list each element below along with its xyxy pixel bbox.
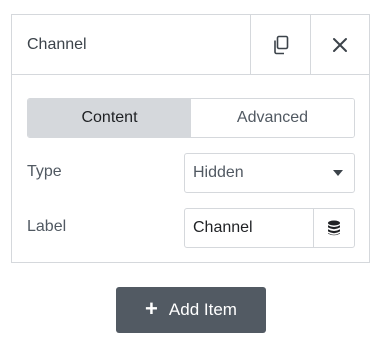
- tab-advanced[interactable]: Advanced: [191, 99, 354, 137]
- plus-icon: +: [145, 296, 158, 321]
- close-icon: [333, 37, 347, 52]
- type-select[interactable]: Hidden: [184, 153, 355, 193]
- chevron-down-icon: [333, 170, 343, 176]
- type-label: Type: [27, 163, 62, 180]
- repeater-item-panel: Channel Content Advanced Type Hidden Lab…: [11, 14, 370, 263]
- database-icon: [328, 220, 340, 236]
- tab-content[interactable]: Content: [28, 99, 191, 137]
- panel-header: Channel: [12, 15, 369, 75]
- label-input-group: [184, 208, 355, 248]
- duplicate-button[interactable]: [250, 15, 310, 74]
- dynamic-tags-button[interactable]: [314, 209, 354, 247]
- label-field-label: Label: [27, 218, 67, 235]
- settings-tabs: Content Advanced: [27, 98, 355, 138]
- add-item-label: Add Item: [168, 300, 237, 319]
- panel-title[interactable]: Channel: [27, 15, 87, 74]
- type-select-value: Hidden: [193, 164, 244, 181]
- close-button[interactable]: [310, 15, 369, 74]
- duplicate-icon: [273, 35, 288, 54]
- label-input[interactable]: [185, 209, 314, 247]
- add-item-button[interactable]: + Add Item: [116, 287, 266, 333]
